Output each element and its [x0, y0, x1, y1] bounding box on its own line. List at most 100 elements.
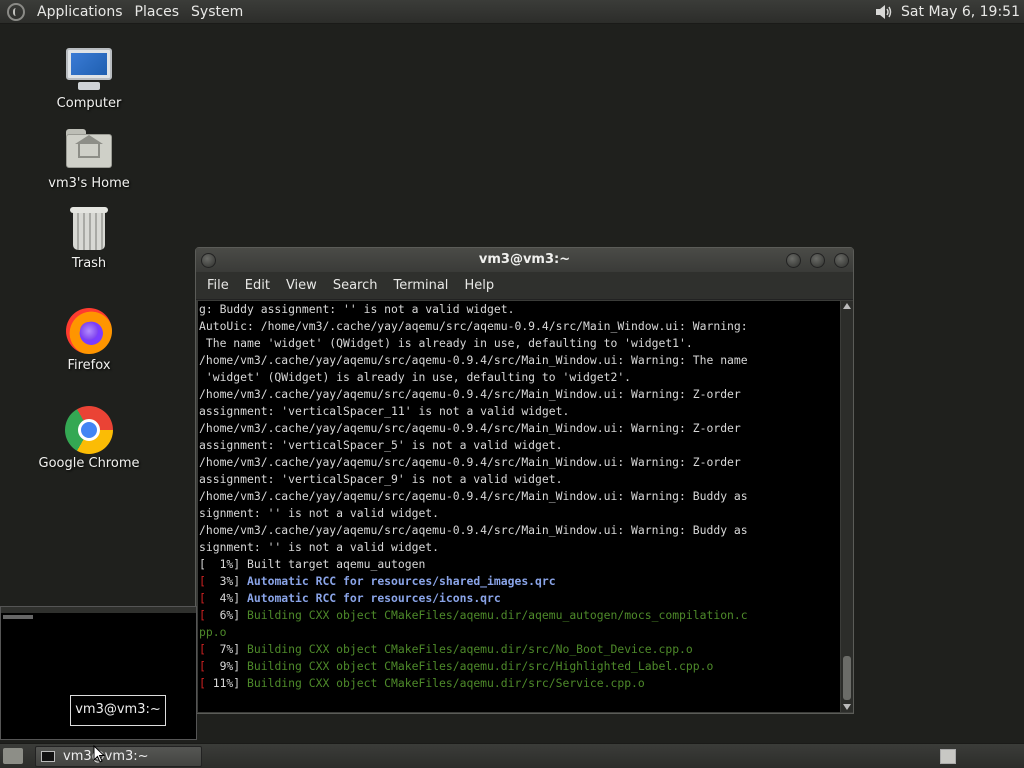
terminal-line: signment: '' is not a valid widget. — [199, 539, 840, 556]
desktop-icon-home[interactable]: vm3's Home — [34, 126, 144, 191]
close-button[interactable] — [834, 253, 849, 268]
places-menu[interactable]: Places — [131, 4, 188, 20]
terminal-line: [ 6%] Building CXX object CMakeFiles/aqe… — [199, 607, 840, 624]
window-title: vm3@vm3:~ — [478, 252, 571, 267]
desktop-icon-label: Computer — [56, 96, 122, 111]
bottom-panel: vm3@vm3:~ — [0, 743, 1024, 768]
preview-line — [3, 615, 33, 619]
progress-prefix: [ 3%] — [199, 574, 248, 588]
applications-menu[interactable]: Applications — [33, 4, 131, 20]
terminal-line-text: g: Buddy assignment: '' is not a valid w… — [199, 302, 515, 316]
terminal-line: [ 9%] Building CXX object CMakeFiles/aqe… — [199, 658, 840, 675]
progress-prefix: [ 1%] — [199, 557, 248, 571]
desktop-icon-label: Firefox — [67, 358, 111, 373]
menu-edit[interactable]: Edit — [237, 278, 278, 293]
terminal-line: signment: '' is not a valid widget. — [199, 505, 840, 522]
terminal-line-text: /home/vm3/.cache/yay/aqemu/src/aqemu-0.9… — [199, 353, 748, 367]
terminal-line: 'widget' (QWidget) is already in use, de… — [199, 369, 840, 386]
terminal-line-text: Building CXX object CMakeFiles/aqemu.dir… — [247, 676, 645, 690]
mouse-cursor-icon — [93, 745, 105, 763]
terminal-line-text: signment: '' is not a valid widget. — [199, 540, 440, 554]
terminal-line: assignment: 'verticalSpacer_9' is not a … — [199, 471, 840, 488]
desktop-icon-trash[interactable]: Trash — [34, 206, 144, 271]
menu-view[interactable]: View — [278, 278, 325, 293]
distro-logo-icon[interactable] — [7, 2, 25, 21]
terminal-titlebar[interactable]: vm3@vm3:~ — [196, 248, 853, 272]
menu-terminal[interactable]: Terminal — [385, 278, 456, 293]
show-desktop-icon[interactable] — [3, 748, 23, 764]
progress-prefix: [ 9%] — [199, 659, 248, 673]
terminal-line: /home/vm3/.cache/yay/aqemu/src/aqemu-0.9… — [199, 352, 840, 369]
minimize-button[interactable] — [786, 253, 801, 268]
scrollbar-thumb[interactable] — [843, 656, 851, 700]
terminal-line: [ 4%] Automatic RCC for resources/icons.… — [199, 590, 840, 607]
progress-prefix: [ 6%] — [199, 608, 248, 622]
progress-prefix: [ 7%] — [199, 642, 248, 656]
desktop-icon-label: vm3's Home — [48, 176, 130, 191]
menu-help[interactable]: Help — [456, 278, 502, 293]
terminal-line: AutoUic: /home/vm3/.cache/yay/aqemu/src/… — [199, 318, 840, 335]
taskbar-item-terminal[interactable]: vm3@vm3:~ — [35, 746, 202, 767]
desktop-icon-chrome[interactable]: Google Chrome — [34, 406, 144, 471]
terminal-line: g: Buddy assignment: '' is not a valid w… — [199, 301, 840, 318]
terminal-line-text: /home/vm3/.cache/yay/aqemu/src/aqemu-0.9… — [199, 523, 748, 537]
progress-prefix: [ 4%] — [199, 591, 248, 605]
window-menu-button[interactable] — [201, 253, 216, 268]
terminal-line: /home/vm3/.cache/yay/aqemu/src/aqemu-0.9… — [199, 454, 840, 471]
taskbar-item-label: vm3@vm3:~ — [63, 749, 149, 764]
clock[interactable]: Sat May 6, 19:51 — [901, 4, 1024, 20]
terminal-line: /home/vm3/.cache/yay/aqemu/src/aqemu-0.9… — [199, 522, 840, 539]
menu-file[interactable]: File — [199, 278, 237, 293]
terminal-menubar: File Edit View Search Terminal Help — [196, 272, 853, 300]
terminal-line: /home/vm3/.cache/yay/aqemu/src/aqemu-0.9… — [199, 420, 840, 437]
terminal-line: pp.o — [199, 624, 840, 641]
home-folder-icon — [64, 126, 114, 172]
terminal-line: [ 7%] Building CXX object CMakeFiles/aqe… — [199, 641, 840, 658]
terminal-window[interactable]: vm3@vm3:~ File Edit View Search Terminal… — [195, 247, 854, 714]
terminal-line-text: assignment: 'verticalSpacer_9' is not a … — [199, 472, 563, 486]
terminal-line-text: signment: '' is not a valid widget. — [199, 506, 440, 520]
desktop-icon-firefox[interactable]: Firefox — [34, 308, 144, 373]
terminal-line: assignment: 'verticalSpacer_5' is not a … — [199, 437, 840, 454]
terminal-line-text: Building CXX object CMakeFiles/aqemu.dir… — [247, 659, 714, 673]
terminal-icon — [41, 751, 55, 762]
desktop-icon-label: Google Chrome — [38, 456, 140, 471]
terminal-line-text: 'widget' (QWidget) is already in use, de… — [199, 370, 632, 384]
terminal-output[interactable]: g: Buddy assignment: '' is not a valid w… — [198, 301, 840, 712]
preview-tooltip: vm3@vm3:~ — [70, 695, 166, 726]
terminal-line-text: /home/vm3/.cache/yay/aqemu/src/aqemu-0.9… — [199, 455, 741, 469]
preview-menubar — [1, 607, 196, 613]
scroll-up-icon[interactable] — [843, 303, 851, 309]
terminal-line: assignment: 'verticalSpacer_11' is not a… — [199, 403, 840, 420]
terminal-line-text: assignment: 'verticalSpacer_5' is not a … — [199, 438, 563, 452]
computer-icon — [64, 46, 114, 92]
progress-prefix: [ 11%] — [199, 676, 248, 690]
terminal-line: The name 'widget' (QWidget) is already i… — [199, 335, 840, 352]
terminal-line-text: /home/vm3/.cache/yay/aqemu/src/aqemu-0.9… — [199, 421, 741, 435]
terminal-scrollbar[interactable] — [841, 301, 853, 712]
terminal-line-text: Built target aqemu_autogen — [247, 557, 426, 571]
terminal-line: /home/vm3/.cache/yay/aqemu/src/aqemu-0.9… — [199, 488, 840, 505]
firefox-icon — [64, 308, 114, 354]
desktop-icon-label: Trash — [71, 256, 107, 271]
desktop-icon-computer[interactable]: Computer — [34, 46, 144, 111]
terminal-line: [ 3%] Automatic RCC for resources/shared… — [199, 573, 840, 590]
terminal-line: [ 1%] Built target aqemu_autogen — [199, 556, 840, 573]
terminal-line-text: Building CXX object CMakeFiles/aqemu.dir… — [247, 608, 748, 622]
terminal-line-text: Automatic RCC for resources/shared_image… — [247, 574, 556, 588]
trash-icon — [64, 206, 114, 252]
chrome-icon — [64, 406, 114, 454]
maximize-button[interactable] — [810, 253, 825, 268]
terminal-line: [ 11%] Building CXX object CMakeFiles/aq… — [199, 675, 840, 692]
terminal-line: /home/vm3/.cache/yay/aqemu/src/aqemu-0.9… — [199, 386, 840, 403]
scroll-down-icon[interactable] — [843, 704, 851, 710]
volume-icon[interactable] — [873, 1, 895, 23]
terminal-line-text: The name 'widget' (QWidget) is already i… — [199, 336, 693, 350]
workspace-switcher[interactable] — [940, 749, 956, 764]
terminal-line-text: /home/vm3/.cache/yay/aqemu/src/aqemu-0.9… — [199, 489, 748, 503]
system-menu[interactable]: System — [187, 4, 251, 20]
terminal-line-text: Building CXX object CMakeFiles/aqemu.dir… — [247, 642, 693, 656]
terminal-line-text: /home/vm3/.cache/yay/aqemu/src/aqemu-0.9… — [199, 387, 741, 401]
terminal-line-text: AutoUic: /home/vm3/.cache/yay/aqemu/src/… — [199, 319, 748, 333]
menu-search[interactable]: Search — [325, 278, 386, 293]
